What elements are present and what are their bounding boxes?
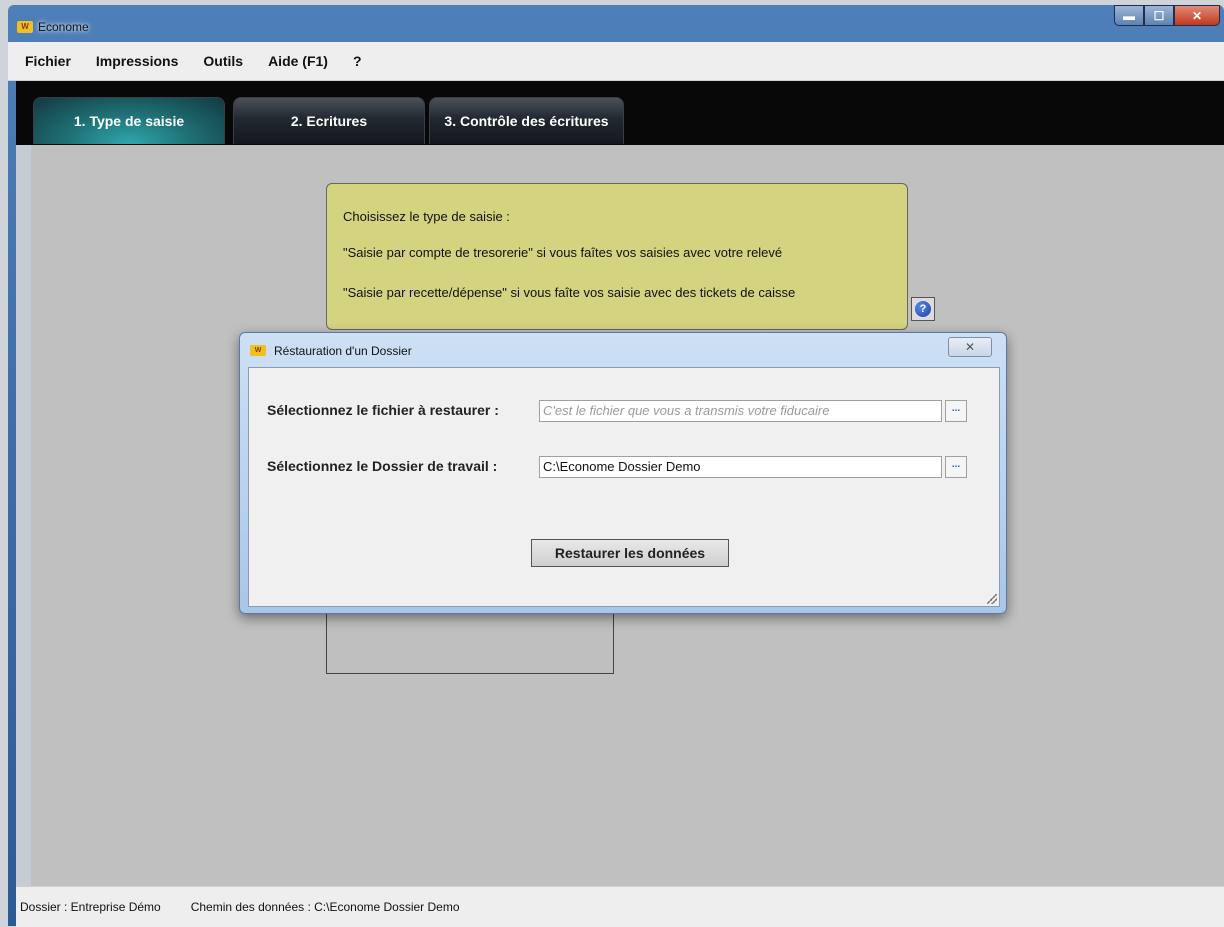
dialog-body: Sélectionnez le fichier à restaurer : C'… xyxy=(248,367,1000,607)
info-line-2: "Saisie par compte de tresorerie" si vou… xyxy=(343,245,783,260)
help-button[interactable]: ? xyxy=(911,297,935,321)
menu-fichier[interactable]: Fichier xyxy=(8,53,83,69)
minimize-button[interactable]: ▬ xyxy=(1114,5,1144,26)
tab-type-de-saisie[interactable]: 1. Type de saisie xyxy=(33,97,225,144)
file-browse-button[interactable]: ... xyxy=(945,400,967,422)
tab-strip: 1. Type de saisie 2. Ecritures 3. Contrô… xyxy=(16,81,1224,145)
tab-ecritures[interactable]: 2. Ecritures xyxy=(233,97,425,144)
title-bar[interactable]: W Econome ▬ ☐ ✕ xyxy=(8,5,1224,45)
dialog-close-button[interactable]: ✕ xyxy=(948,337,992,357)
menu-impressions[interactable]: Impressions xyxy=(83,53,190,69)
window-title: Econome xyxy=(38,20,89,34)
app-icon: W xyxy=(17,21,33,33)
restore-button[interactable]: Restaurer les données xyxy=(531,539,729,567)
restore-dialog: W Réstauration d'un Dossier ✕ Sélectionn… xyxy=(239,332,1007,614)
folder-label: Sélectionnez le Dossier de travail : xyxy=(267,458,498,474)
menu-aide[interactable]: Aide (F1) xyxy=(255,53,340,69)
background-panel xyxy=(326,604,614,674)
info-panel: Choisissez le type de saisie : "Saisie p… xyxy=(326,183,908,330)
folder-input[interactable]: C:\Econome Dossier Demo xyxy=(539,456,942,478)
help-icon: ? xyxy=(915,301,931,317)
tab-controle-des-ecritures[interactable]: 3. Contrôle des écritures xyxy=(429,97,624,144)
dialog-title: Réstauration d'un Dossier xyxy=(274,344,412,358)
info-line-3: "Saisie par recette/dépense" si vous faî… xyxy=(343,285,796,300)
file-input[interactable]: C'est le fichier que vous a transmis vot… xyxy=(539,400,942,422)
close-button[interactable]: ✕ xyxy=(1174,5,1220,26)
menu-outils[interactable]: Outils xyxy=(190,53,255,69)
file-label: Sélectionnez le fichier à restaurer : xyxy=(267,402,499,418)
window-controls: ▬ ☐ ✕ xyxy=(1114,5,1220,26)
status-chemin: Chemin des données : C:\Econome Dossier … xyxy=(190,900,460,914)
menu-question[interactable]: ? xyxy=(340,53,374,69)
status-bar: Dossier : Entreprise Démo Chemin des don… xyxy=(16,886,1224,927)
resize-grip-icon[interactable] xyxy=(987,594,997,604)
maximize-button[interactable]: ☐ xyxy=(1144,5,1174,26)
info-line-1: Choisissez le type de saisie : xyxy=(343,209,510,224)
folder-browse-button[interactable]: ... xyxy=(945,456,967,478)
dialog-app-icon: W xyxy=(250,345,266,356)
status-dossier: Dossier : Entreprise Démo xyxy=(20,900,161,914)
content-left-border xyxy=(16,145,31,886)
menu-bar: Fichier Impressions Outils Aide (F1) ? xyxy=(8,42,1224,81)
